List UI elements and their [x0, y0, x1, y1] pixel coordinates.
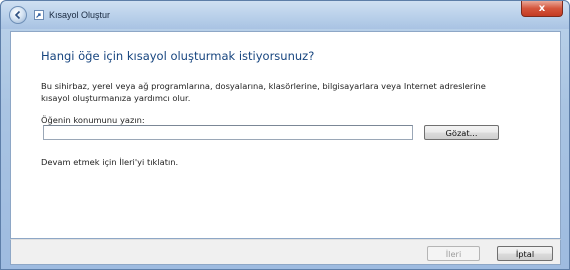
back-button[interactable]: [9, 6, 27, 24]
window-title: Kısayol Oluştur: [49, 10, 111, 20]
back-arrow-icon: [14, 10, 21, 20]
wizard-content: Hangi öğe için kısayol oluşturmak istiyo…: [10, 31, 561, 239]
shortcut-wizard-icon: [34, 10, 44, 20]
location-label: Öğenin konumunu yazın:: [41, 115, 145, 125]
next-button[interactable]: İleri: [427, 246, 480, 261]
close-button[interactable]: x: [521, 1, 563, 17]
continue-hint: Devam etmek için İleri'yi tıklatın.: [41, 157, 179, 167]
title-bar: Kısayol Oluştur x: [1, 1, 569, 29]
page-heading: Hangi öğe için kısayol oluşturmak istiyo…: [41, 49, 315, 63]
close-icon: x: [538, 3, 546, 14]
browse-button[interactable]: Gözat...: [424, 125, 499, 140]
wizard-description: Bu sihirbaz, yerel veya ağ programlarına…: [41, 81, 486, 103]
button-bar: İleri İptal: [10, 239, 561, 265]
wizard-window: Kısayol Oluştur x Hangi öğe için kısayol…: [0, 0, 570, 270]
cancel-button[interactable]: İptal: [497, 246, 553, 261]
location-input[interactable]: [43, 125, 413, 140]
